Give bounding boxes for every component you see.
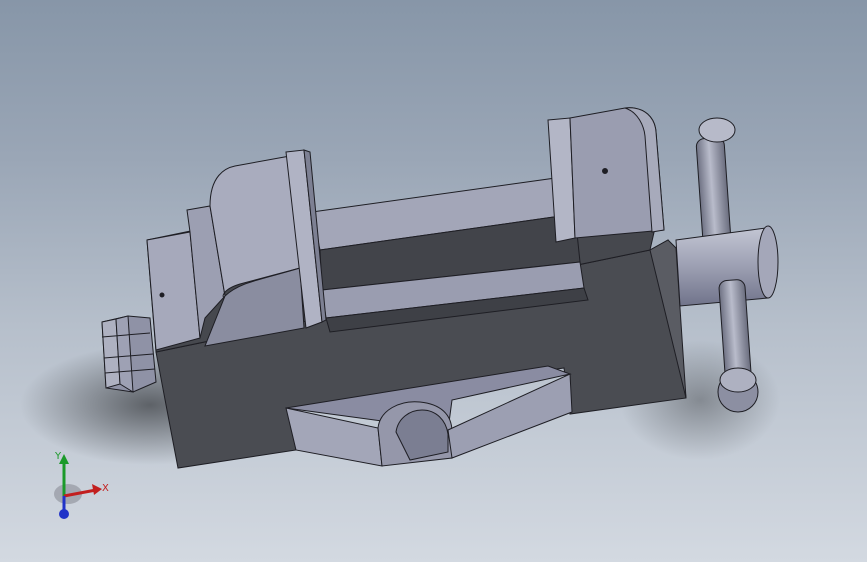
axis-triad: Y X (54, 451, 109, 519)
fixed-jaw[interactable] (547, 107, 665, 243)
movable-jaw[interactable] (146, 149, 327, 351)
z-axis-head (59, 509, 69, 519)
graphics-viewport[interactable]: Y X (0, 0, 867, 562)
screw-nut[interactable] (101, 315, 157, 393)
x-axis-label: X (102, 483, 109, 494)
vise-model[interactable] (0, 0, 867, 562)
y-axis-label: Y (54, 451, 62, 462)
x-axis-head (92, 484, 102, 495)
